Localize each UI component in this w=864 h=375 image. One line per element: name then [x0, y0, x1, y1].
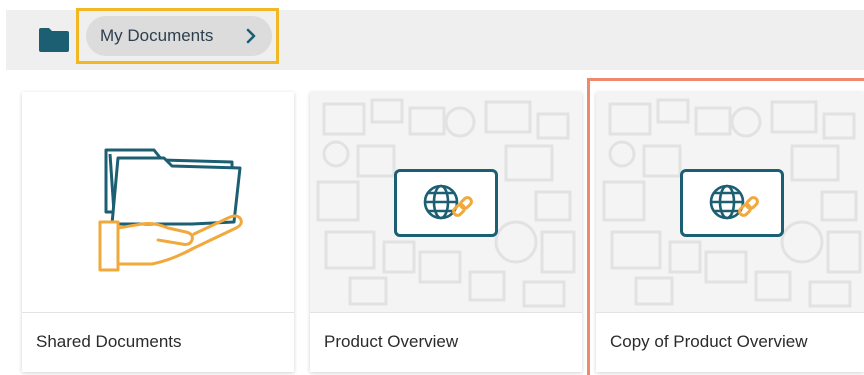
folder-hand-icon — [98, 148, 243, 272]
card-copy-of-product-overview[interactable]: Copy of Product Overview — [596, 92, 864, 372]
web-badge — [680, 169, 784, 237]
breadcrumb: My Documents — [6, 8, 864, 70]
card-product-overview[interactable]: Product Overview — [310, 92, 582, 372]
card-divider — [310, 312, 582, 313]
web-badge — [394, 169, 498, 237]
card-divider — [22, 312, 294, 313]
breadcrumb-item-my-documents[interactable]: My Documents — [86, 16, 272, 56]
card-title: Shared Documents — [36, 332, 182, 351]
card-title: Copy of Product Overview — [610, 332, 808, 351]
card-shared-documents[interactable]: Shared Documents — [22, 92, 294, 372]
web-link-icon — [423, 184, 473, 220]
chevron-right-icon — [246, 28, 256, 44]
card-divider — [596, 312, 864, 313]
documents-page: My Documents Shared Documents Product Ov… — [0, 0, 864, 375]
breadcrumb-label: My Documents — [100, 26, 214, 45]
web-link-icon — [709, 184, 759, 220]
card-thumbnail — [22, 92, 294, 312]
card-title: Product Overview — [324, 332, 459, 351]
folder-icon[interactable] — [38, 27, 70, 53]
